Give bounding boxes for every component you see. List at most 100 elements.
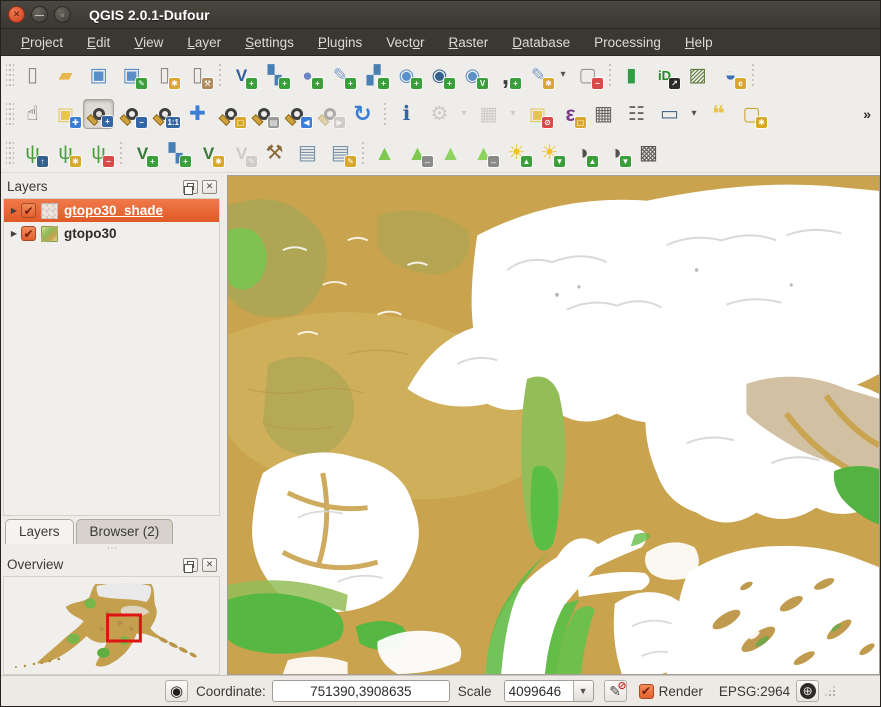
grass-edit-region-button[interactable]: ▤✎ — [325, 138, 356, 168]
evis-image-browser-button[interactable]: ▨ — [682, 60, 713, 90]
evis-database-connection-button[interactable]: ◒e — [715, 60, 746, 90]
raster-increase-brightness-button[interactable]: ☀▲ — [501, 138, 532, 168]
zoom-native-resolution-button[interactable]: 1:1 — [149, 99, 180, 129]
layer-row-gtopo30_shade[interactable]: ▶✔gtopo30_shade — [4, 199, 219, 222]
tab-layers[interactable]: Layers — [5, 519, 74, 544]
expand-arrow-icon[interactable]: ▶ — [7, 229, 21, 238]
new-bookmark-button[interactable]: ▢✱ — [736, 99, 767, 129]
grass-add-raster-layer-button[interactable]: ▚+ — [160, 138, 191, 168]
feature-action-dropdown-button[interactable]: ▾ — [457, 99, 471, 129]
save-project-button[interactable]: ▣ — [83, 60, 114, 90]
add-mssql-layer-button[interactable]: ▞+ — [358, 60, 389, 90]
grass-new-mapset-button[interactable]: ψ✱ — [50, 138, 81, 168]
menu-project[interactable]: Project — [9, 31, 75, 54]
zoom-out-button[interactable]: − — [116, 99, 147, 129]
menu-database[interactable]: Database — [500, 31, 582, 54]
layers-panel-close-button[interactable]: ✕ — [202, 180, 217, 194]
zoom-to-layer-button[interactable]: ▤ — [248, 99, 279, 129]
add-wms-layer-button[interactable]: ◉+ — [391, 60, 422, 90]
overview-map[interactable] — [3, 576, 220, 675]
measure-dropdown-button[interactable]: ▾ — [687, 99, 701, 129]
osm-id-editor-button[interactable]: iD↗ — [649, 60, 680, 90]
grass-close-mapset-button[interactable]: ψ− — [83, 138, 114, 168]
open-attribute-table-button[interactable]: ▦ — [588, 99, 619, 129]
raster-histogram-stretch-actual-button[interactable]: ▲↔ — [402, 138, 433, 168]
toolbar-drag-handle[interactable] — [6, 103, 14, 125]
scale-dropdown-button[interactable]: ▼ — [573, 681, 593, 701]
raster-local-histogram-stretch-actual-button[interactable]: ▲↔ — [468, 138, 499, 168]
pan-to-selection-button[interactable]: ▣✚ — [50, 99, 81, 129]
toolbar-drag-handle[interactable] — [6, 142, 14, 164]
add-wcs-layer-button[interactable]: ◉+ — [424, 60, 455, 90]
overview-panel-float-button[interactable] — [183, 558, 198, 572]
menu-help[interactable]: Help — [673, 31, 725, 54]
menu-settings[interactable]: Settings — [233, 31, 306, 54]
measure-line-button[interactable]: ▭ — [654, 99, 685, 129]
window-resize-grip[interactable] — [823, 684, 837, 698]
raster-histogram-stretch-full-button[interactable]: ▲ — [369, 138, 400, 168]
zoom-last-button[interactable]: ◀ — [281, 99, 312, 129]
layer-visibility-checkbox[interactable]: ✔ — [21, 203, 36, 218]
new-layer-dropdown-button[interactable]: ▾ — [556, 60, 570, 90]
grass-tools-button[interactable]: ⚒ — [259, 138, 290, 168]
panel-splitter[interactable]: ⋯ — [3, 544, 223, 553]
toolbar-drag-handle[interactable] — [6, 64, 14, 86]
raster-decrease-contrast-button[interactable]: ◑▼ — [600, 138, 631, 168]
composer-manager-button[interactable]: ▯⚒ — [182, 60, 213, 90]
window-maximize-button[interactable]: ▫ — [54, 6, 71, 23]
toggle-extents-mouse-position-button[interactable]: ◉ — [165, 680, 188, 702]
menu-view[interactable]: View — [122, 31, 175, 54]
open-project-button[interactable]: ▰ — [50, 60, 81, 90]
pan-map-button[interactable]: ☝ — [17, 99, 48, 129]
tab-browser[interactable]: Browser (2) — [76, 519, 174, 544]
menu-raster[interactable]: Raster — [437, 31, 501, 54]
add-delimited-text-layer-button[interactable]: ,+ — [490, 60, 521, 90]
add-vector-layer-button[interactable]: V+ — [226, 60, 257, 90]
add-spatialite-layer-button[interactable]: ✎+ — [325, 60, 356, 90]
refresh-map-button[interactable]: ↻ — [347, 99, 378, 129]
title-bar[interactable]: ✕ — ▫ QGIS 2.0.1-Dufour — [1, 1, 880, 29]
identify-features-button[interactable]: ℹ — [391, 99, 422, 129]
remove-layer-button[interactable]: ▢− — [572, 60, 603, 90]
grass-new-vector-layer-button[interactable]: V✱ — [193, 138, 224, 168]
zoom-to-selection-button[interactable]: ▢ — [215, 99, 246, 129]
menu-edit[interactable]: Edit — [75, 31, 122, 54]
crs-status-button[interactable]: ⊕ — [796, 680, 819, 702]
grass-open-mapset-button[interactable]: ψ↑ — [17, 138, 48, 168]
menu-plugins[interactable]: Plugins — [306, 31, 374, 54]
statistical-summary-button[interactable]: ☷ — [621, 99, 652, 129]
map-canvas[interactable] — [227, 175, 880, 675]
deselect-features-button[interactable]: ▣⊘ — [522, 99, 553, 129]
toolbar-overflow-button[interactable]: » — [857, 106, 877, 122]
zoom-next-button[interactable]: ▶ — [314, 99, 345, 129]
zoom-in-button[interactable]: + — [83, 99, 114, 129]
stop-render-button[interactable]: ✎ ⊘ — [604, 680, 627, 702]
layers-tree[interactable]: ▶✔gtopo30_shade▶✔gtopo30 — [3, 198, 220, 516]
map-tips-button[interactable]: ❝ — [703, 99, 734, 129]
coordinate-input[interactable] — [272, 680, 450, 702]
grass-edit-vector-layer-button[interactable]: V✎ — [226, 138, 257, 168]
save-project-as-button[interactable]: ▣✎ — [116, 60, 147, 90]
render-checkbox[interactable]: ✔ — [639, 684, 654, 699]
raster-decrease-brightness-button[interactable]: ☀▼ — [534, 138, 565, 168]
georeferencer-button[interactable]: ▩ — [633, 138, 664, 168]
select-features-button[interactable]: ▦ — [473, 99, 504, 129]
new-project-button[interactable]: ▯ — [17, 60, 48, 90]
raster-increase-contrast-button[interactable]: ◑▲ — [567, 138, 598, 168]
overview-panel-close-button[interactable]: ✕ — [202, 558, 217, 572]
menu-vector[interactable]: Vector — [374, 31, 436, 54]
new-shapefile-layer-button[interactable]: ✎✱ — [523, 60, 554, 90]
grass-plugin-button[interactable]: ▮ — [616, 60, 647, 90]
window-minimize-button[interactable]: — — [31, 6, 48, 23]
zoom-full-extent-button[interactable]: ✚ — [182, 99, 213, 129]
add-wfs-layer-button[interactable]: ◉V — [457, 60, 488, 90]
layer-row-gtopo30[interactable]: ▶✔gtopo30 — [4, 222, 219, 245]
grass-add-vector-layer-button[interactable]: V+ — [127, 138, 158, 168]
add-postgis-layer-button[interactable]: ●+ — [292, 60, 323, 90]
select-features-dropdown-button[interactable]: ▾ — [506, 99, 520, 129]
layers-panel-float-button[interactable] — [183, 180, 198, 194]
add-raster-layer-button[interactable]: ▚+ — [259, 60, 290, 90]
raster-local-histogram-stretch-button[interactable]: ▲ — [435, 138, 466, 168]
expand-arrow-icon[interactable]: ▶ — [7, 206, 21, 215]
window-close-button[interactable]: ✕ — [8, 6, 25, 23]
